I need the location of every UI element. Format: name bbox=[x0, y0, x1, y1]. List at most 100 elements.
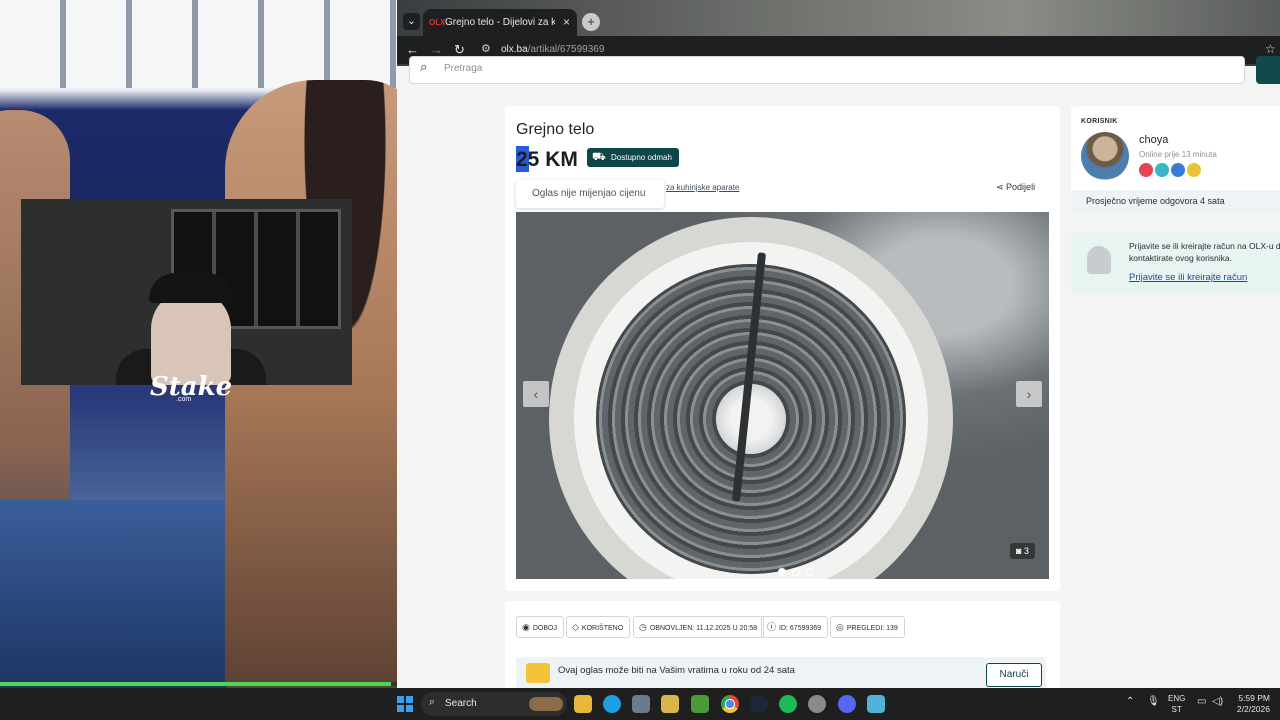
chevron-right-icon: › bbox=[1026, 386, 1032, 402]
search-placeholder: Pretraga bbox=[444, 63, 483, 74]
gallery-prev-button[interactable]: ‹ bbox=[523, 381, 549, 407]
user-name[interactable]: choya bbox=[1139, 134, 1168, 146]
user-badges bbox=[1139, 163, 1203, 182]
screen: Stake .com ⌄ OLX Grejno telo - Dijelovi … bbox=[0, 0, 1280, 720]
search-input[interactable]: ⌕ Pretraga bbox=[409, 56, 1245, 84]
volume-icon[interactable]: ◁) bbox=[1212, 696, 1223, 707]
user-badge-icon bbox=[1187, 163, 1201, 177]
tray-chevron-up-icon[interactable]: ⌃ bbox=[1126, 696, 1134, 707]
login-prompt: Prijavite se ili kreirajte račun na OLX-… bbox=[1071, 232, 1280, 294]
stream-video: Stake .com bbox=[0, 0, 397, 688]
streamer-cap bbox=[149, 273, 233, 303]
photo-gallery[interactable]: ‹ › ◙ 3 bbox=[516, 212, 1049, 579]
search-highlight-image bbox=[529, 697, 563, 711]
olx-favicon-icon: OLX bbox=[429, 18, 446, 27]
clock-time: 5:59 PM bbox=[1238, 693, 1270, 703]
gallery-dots bbox=[778, 563, 820, 579]
steam-icon[interactable] bbox=[750, 695, 768, 713]
tab-strip: ⌄ OLX Grejno telo - Dijelovi za kuhinjsk… bbox=[397, 0, 1280, 38]
video-progress-bar[interactable] bbox=[0, 682, 397, 686]
photo-count-badge: ◙ 3 bbox=[1010, 543, 1035, 559]
clock-date: 2/2/2026 bbox=[1236, 704, 1270, 714]
ad-card: Grejno telo 25 KM ⛟ Dostupno odmah Oglas… bbox=[505, 106, 1060, 591]
gallery-dot[interactable] bbox=[778, 568, 786, 576]
stake-logo-sub: .com bbox=[176, 396, 192, 403]
chrome-icon[interactable] bbox=[721, 695, 739, 713]
notepad-icon[interactable] bbox=[867, 695, 885, 713]
store-icon[interactable] bbox=[632, 695, 650, 713]
user-online-status: Online prije 13 minuta bbox=[1139, 150, 1217, 159]
chip-location: ◉ DOBOJ bbox=[516, 616, 564, 638]
video-progress-fill bbox=[0, 682, 392, 686]
webcam-overlay bbox=[21, 199, 352, 385]
truck-icon: ⛟ bbox=[592, 151, 606, 163]
taskbar-search[interactable]: ⌕ Search bbox=[421, 692, 567, 716]
chevron-left-icon: ‹ bbox=[533, 386, 539, 402]
user-placeholder-icon bbox=[1087, 246, 1111, 274]
tag-icon: ◇ bbox=[572, 622, 579, 632]
url-domain: olx.ba bbox=[501, 44, 528, 55]
avatar[interactable] bbox=[1081, 132, 1129, 180]
availability-badge: ⛟ Dostupno odmah bbox=[587, 148, 679, 167]
camera-icon: ◙ bbox=[1016, 546, 1024, 556]
site-info-icon[interactable]: ⚙ bbox=[481, 42, 491, 55]
eye-icon: ◎ bbox=[836, 622, 844, 632]
user-badge-icon bbox=[1155, 163, 1169, 177]
chip-id: ⓘ ID: 67599369 bbox=[761, 616, 829, 638]
edge-icon[interactable] bbox=[603, 695, 621, 713]
bookmark-star-icon[interactable]: ☆ bbox=[1265, 42, 1276, 56]
category-link[interactable]: za kuhinjske aparate bbox=[666, 183, 739, 192]
chip-views: ◎ PREGLEDI: 139 bbox=[830, 616, 905, 638]
delivery-van-icon bbox=[526, 663, 550, 683]
tab-title: Grejno telo - Dijelovi za kuhinjske bbox=[445, 17, 555, 28]
language-indicator[interactable]: ENG ST bbox=[1168, 693, 1185, 715]
new-tab-button[interactable]: + bbox=[582, 13, 600, 31]
url-path: /artikal/67599369 bbox=[527, 44, 605, 55]
user-card: KORISNIK choya Online prije 13 minuta Pr… bbox=[1071, 106, 1280, 212]
video-blanket bbox=[0, 500, 260, 688]
clock-icon: ◷ bbox=[639, 622, 647, 632]
microphone-icon[interactable]: 🎙 bbox=[1147, 696, 1160, 707]
ad-meta-card: ◉ DOBOJ ◇ KORIŠTENO ◷ OBNOVLJEN: 11.12.2025… bbox=[505, 601, 1060, 688]
taskbar-search-label: Search bbox=[445, 698, 477, 709]
search-button[interactable] bbox=[1256, 56, 1280, 84]
windows-start-icon[interactable] bbox=[397, 696, 413, 712]
file-explorer-icon[interactable] bbox=[574, 695, 592, 713]
delivery-text: Ovaj oglas može biti na Vašim vratima u … bbox=[558, 665, 795, 676]
minecraft-icon[interactable] bbox=[691, 695, 709, 713]
back-icon[interactable]: ← bbox=[406, 42, 419, 57]
spotify-icon[interactable] bbox=[779, 695, 797, 713]
lang-bottom: ST bbox=[1171, 705, 1182, 714]
availability-label: Dostupno odmah bbox=[611, 153, 672, 162]
chip-renewed: ◷ OBNOVLJEN: 11.12.2025 U 20:58 bbox=[633, 616, 765, 638]
share-button[interactable]: ⋖ Podijeli bbox=[996, 182, 1035, 193]
discord-icon[interactable] bbox=[838, 695, 856, 713]
gallery-dot[interactable] bbox=[792, 568, 800, 576]
chip-location-label: DOBOJ bbox=[532, 625, 557, 632]
ad-title: Grejno telo bbox=[516, 121, 595, 138]
lang-top: ENG bbox=[1168, 694, 1186, 703]
tab-close-icon[interactable]: × bbox=[563, 15, 570, 29]
github-icon[interactable] bbox=[808, 695, 826, 713]
taskbar-clock[interactable]: 5:59 PM 2/2/2026 bbox=[1232, 693, 1270, 715]
taskbar: ⌕ Search ⌃ 🎙 ENG ST ▭ ◁) 5:59 PM 2/2/2026 bbox=[0, 688, 1280, 720]
chip-condition-label: KORIŠTENO bbox=[581, 625, 624, 632]
forward-icon[interactable]: → bbox=[430, 42, 443, 57]
photo-count: 3 bbox=[1023, 546, 1029, 556]
order-button[interactable]: Naruči bbox=[986, 663, 1042, 687]
ad-price: 25 KM bbox=[516, 148, 578, 171]
gallery-next-button[interactable]: › bbox=[1016, 381, 1042, 407]
chip-renewed-label: OBNOVLJEN: 11.12.2025 U 20:58 bbox=[649, 625, 758, 632]
gallery-dot[interactable] bbox=[806, 568, 814, 576]
video-background-window bbox=[0, 0, 397, 88]
browser-window: ⌄ OLX Grejno telo - Dijelovi za kuhinjsk… bbox=[397, 0, 1280, 688]
display-icon[interactable]: ▭ bbox=[1197, 696, 1206, 707]
chip-id-label: ID: 67599369 bbox=[779, 625, 822, 632]
search-icon: ⌕ bbox=[420, 59, 428, 74]
tab-active[interactable]: OLX Grejno telo - Dijelovi za kuhinjske … bbox=[423, 9, 577, 38]
notes-icon[interactable] bbox=[661, 695, 679, 713]
search-icon: ⌕ bbox=[429, 696, 436, 708]
id-icon: ⓘ bbox=[767, 622, 777, 632]
tab-search-icon[interactable]: ⌄ bbox=[403, 13, 420, 30]
login-link[interactable]: Prijavite se ili kreirajte račun bbox=[1129, 272, 1247, 283]
